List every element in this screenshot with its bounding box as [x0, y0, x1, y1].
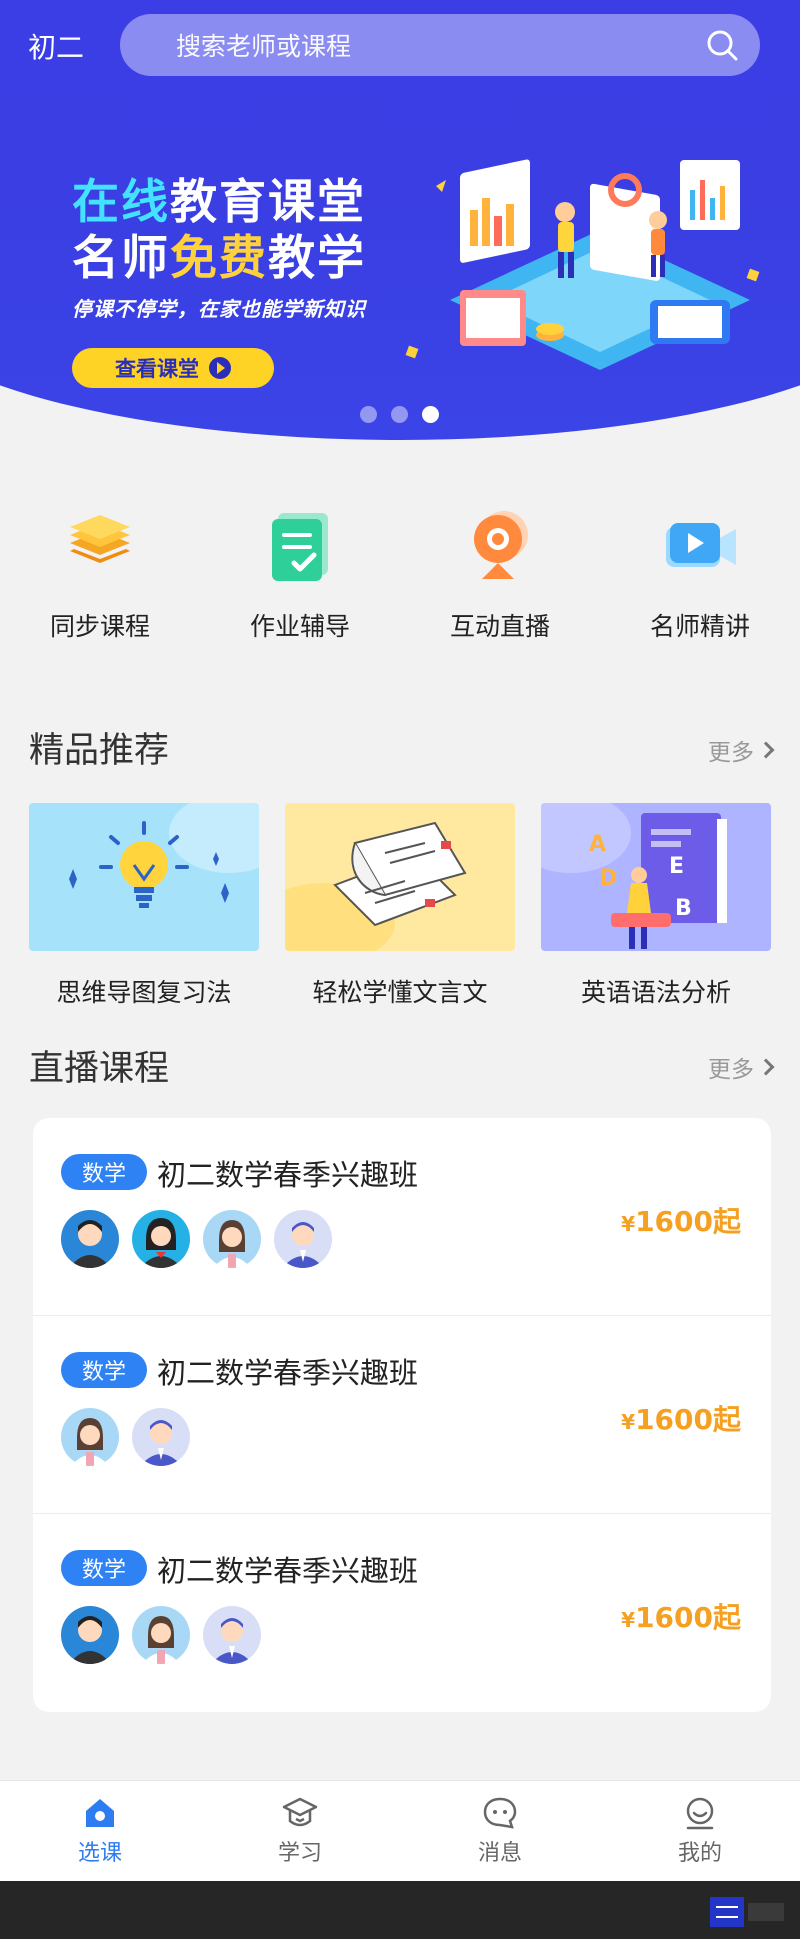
- tab-select-course[interactable]: 选课: [0, 1781, 200, 1881]
- recommend-card-title: 英语语法分析: [580, 978, 731, 1007]
- tab-label: 选课: [77, 1841, 122, 1866]
- teacher-avatar[interactable]: [61, 1606, 119, 1664]
- teacher-avatars: [61, 1210, 332, 1268]
- teacher-avatar[interactable]: [132, 1606, 190, 1664]
- category-grid: 同步课程 作业辅导 互动直播 名师精讲: [0, 505, 800, 643]
- teacher-avatars: [61, 1606, 261, 1664]
- category-teacher-lecture[interactable]: 名师精讲: [600, 505, 800, 643]
- category-sync-course[interactable]: 同步课程: [0, 505, 200, 643]
- tab-messages[interactable]: 消息: [400, 1781, 600, 1881]
- watermark-logo: [710, 1897, 784, 1927]
- svg-text:B: B: [675, 896, 692, 921]
- recommend-card-title: 轻松学懂文言文: [312, 978, 488, 1007]
- recommend-card[interactable]: A D E B 英语语法分析: [511, 793, 771, 1009]
- teacher-avatar[interactable]: [61, 1210, 119, 1268]
- graduation-cap-icon: [282, 1797, 318, 1827]
- category-label: 作业辅导: [249, 612, 350, 641]
- open-book-icon: [255, 803, 515, 963]
- tab-label: 我的: [677, 1841, 722, 1866]
- category-label: 互动直播: [449, 612, 550, 641]
- banner-pagination: [360, 406, 439, 423]
- view-class-button[interactable]: 查看课堂: [72, 348, 274, 388]
- subject-tag: 数学: [61, 1154, 147, 1190]
- system-navigation-bar: [0, 1881, 800, 1939]
- teacher-avatar[interactable]: [203, 1210, 261, 1268]
- live-more-link[interactable]: 更多: [708, 1050, 775, 1084]
- course-price: ¥1600起: [621, 1205, 741, 1238]
- banner-headline-2: 名师免费教学: [72, 231, 366, 286]
- category-label: 名师精讲: [649, 612, 750, 641]
- chevron-right-icon: [757, 1058, 775, 1076]
- checklist-icon: [272, 513, 328, 581]
- grade-selector[interactable]: 初二: [28, 26, 84, 66]
- live-section-title: 直播课程: [29, 1049, 170, 1089]
- teacher-avatar[interactable]: [61, 1408, 119, 1466]
- hero-banner-area: 初二 搜索老师或课程 在线教育课堂 名师免费教学 停课不停学，在家也能学新知识 …: [0, 0, 800, 440]
- tab-label: 学习: [277, 1841, 322, 1866]
- course-title: 初二数学春季兴趣班: [157, 1554, 419, 1588]
- alphabet-book-icon: A D E B: [511, 793, 771, 951]
- banner-slide[interactable]: 在线教育课堂 名师免费教学 停课不停学，在家也能学新知识 查看课堂: [72, 175, 366, 388]
- search-placeholder: 搜索老师或课程: [176, 32, 352, 61]
- bottom-tab-bar: 选课 学习 消息 我的: [0, 1780, 800, 1881]
- webcam-icon: [474, 511, 528, 579]
- live-course-list: 数学 初二数学春季兴趣班 ¥1600起 数学 初二数学春季兴趣班 ¥1600起 …: [33, 1118, 771, 1712]
- category-label: 同步课程: [49, 612, 150, 641]
- course-title: 初二数学春季兴趣班: [157, 1356, 419, 1390]
- chat-bubble-icon: [483, 1797, 517, 1829]
- category-live-interactive[interactable]: 互动直播: [400, 505, 600, 643]
- stack-layers-icon: [70, 515, 130, 563]
- recommend-card-title: 思维导图复习法: [56, 978, 232, 1007]
- svg-text:E: E: [669, 854, 684, 879]
- teacher-avatar[interactable]: [132, 1210, 190, 1268]
- course-item[interactable]: 数学 初二数学春季兴趣班 ¥1600起: [33, 1118, 771, 1316]
- lightbulb-icon: [29, 793, 289, 951]
- course-item[interactable]: 数学 初二数学春季兴趣班 ¥1600起: [33, 1514, 771, 1712]
- view-class-label: 查看课堂: [115, 357, 199, 381]
- play-icon: [209, 357, 231, 379]
- tab-label: 消息: [477, 1841, 522, 1866]
- banner-subtitle: 停课不停学，在家也能学新知识: [72, 297, 366, 321]
- teacher-avatar[interactable]: [132, 1408, 190, 1466]
- svg-text:A: A: [589, 832, 606, 857]
- recommend-section-title: 精品推荐: [29, 731, 170, 771]
- subject-tag: 数学: [61, 1550, 147, 1586]
- recommend-list: 思维导图复习法 轻松学懂文言文 A D E B 英语语法分析: [29, 793, 771, 1009]
- recommend-more-link[interactable]: 更多: [708, 733, 775, 767]
- more-label: 更多: [708, 1057, 754, 1083]
- course-price: ¥1600起: [621, 1403, 741, 1436]
- subject-tag: 数学: [61, 1352, 147, 1388]
- recommend-card[interactable]: 思维导图复习法: [29, 793, 289, 1009]
- banner-dot-1[interactable]: [360, 406, 377, 423]
- banner-dot-3[interactable]: [422, 406, 439, 423]
- tab-profile[interactable]: 我的: [600, 1781, 800, 1881]
- teacher-avatar[interactable]: [203, 1606, 261, 1664]
- video-camera-icon: [666, 523, 736, 567]
- svg-text:D: D: [599, 866, 617, 891]
- recommend-card[interactable]: 轻松学懂文言文: [255, 803, 515, 1009]
- teacher-avatar[interactable]: [274, 1210, 332, 1268]
- course-item[interactable]: 数学 初二数学春季兴趣班 ¥1600起: [33, 1316, 771, 1514]
- search-icon[interactable]: [706, 29, 738, 61]
- course-price: ¥1600起: [621, 1601, 741, 1634]
- online-classroom-illustration: [436, 159, 760, 370]
- category-homework-help[interactable]: 作业辅导: [200, 505, 400, 643]
- chevron-right-icon: [757, 741, 775, 759]
- course-title: 初二数学春季兴趣班: [157, 1158, 419, 1192]
- user-face-icon: [686, 1797, 714, 1830]
- decor-diamond-icon: [405, 345, 419, 359]
- tab-study[interactable]: 学习: [200, 1781, 400, 1881]
- banner-headline-1: 在线教育课堂: [72, 175, 366, 230]
- teacher-avatars: [61, 1408, 190, 1466]
- home-icon: [86, 1799, 114, 1827]
- banner-dot-2[interactable]: [391, 406, 408, 423]
- search-bar[interactable]: 搜索老师或课程: [120, 14, 760, 76]
- more-label: 更多: [708, 740, 754, 766]
